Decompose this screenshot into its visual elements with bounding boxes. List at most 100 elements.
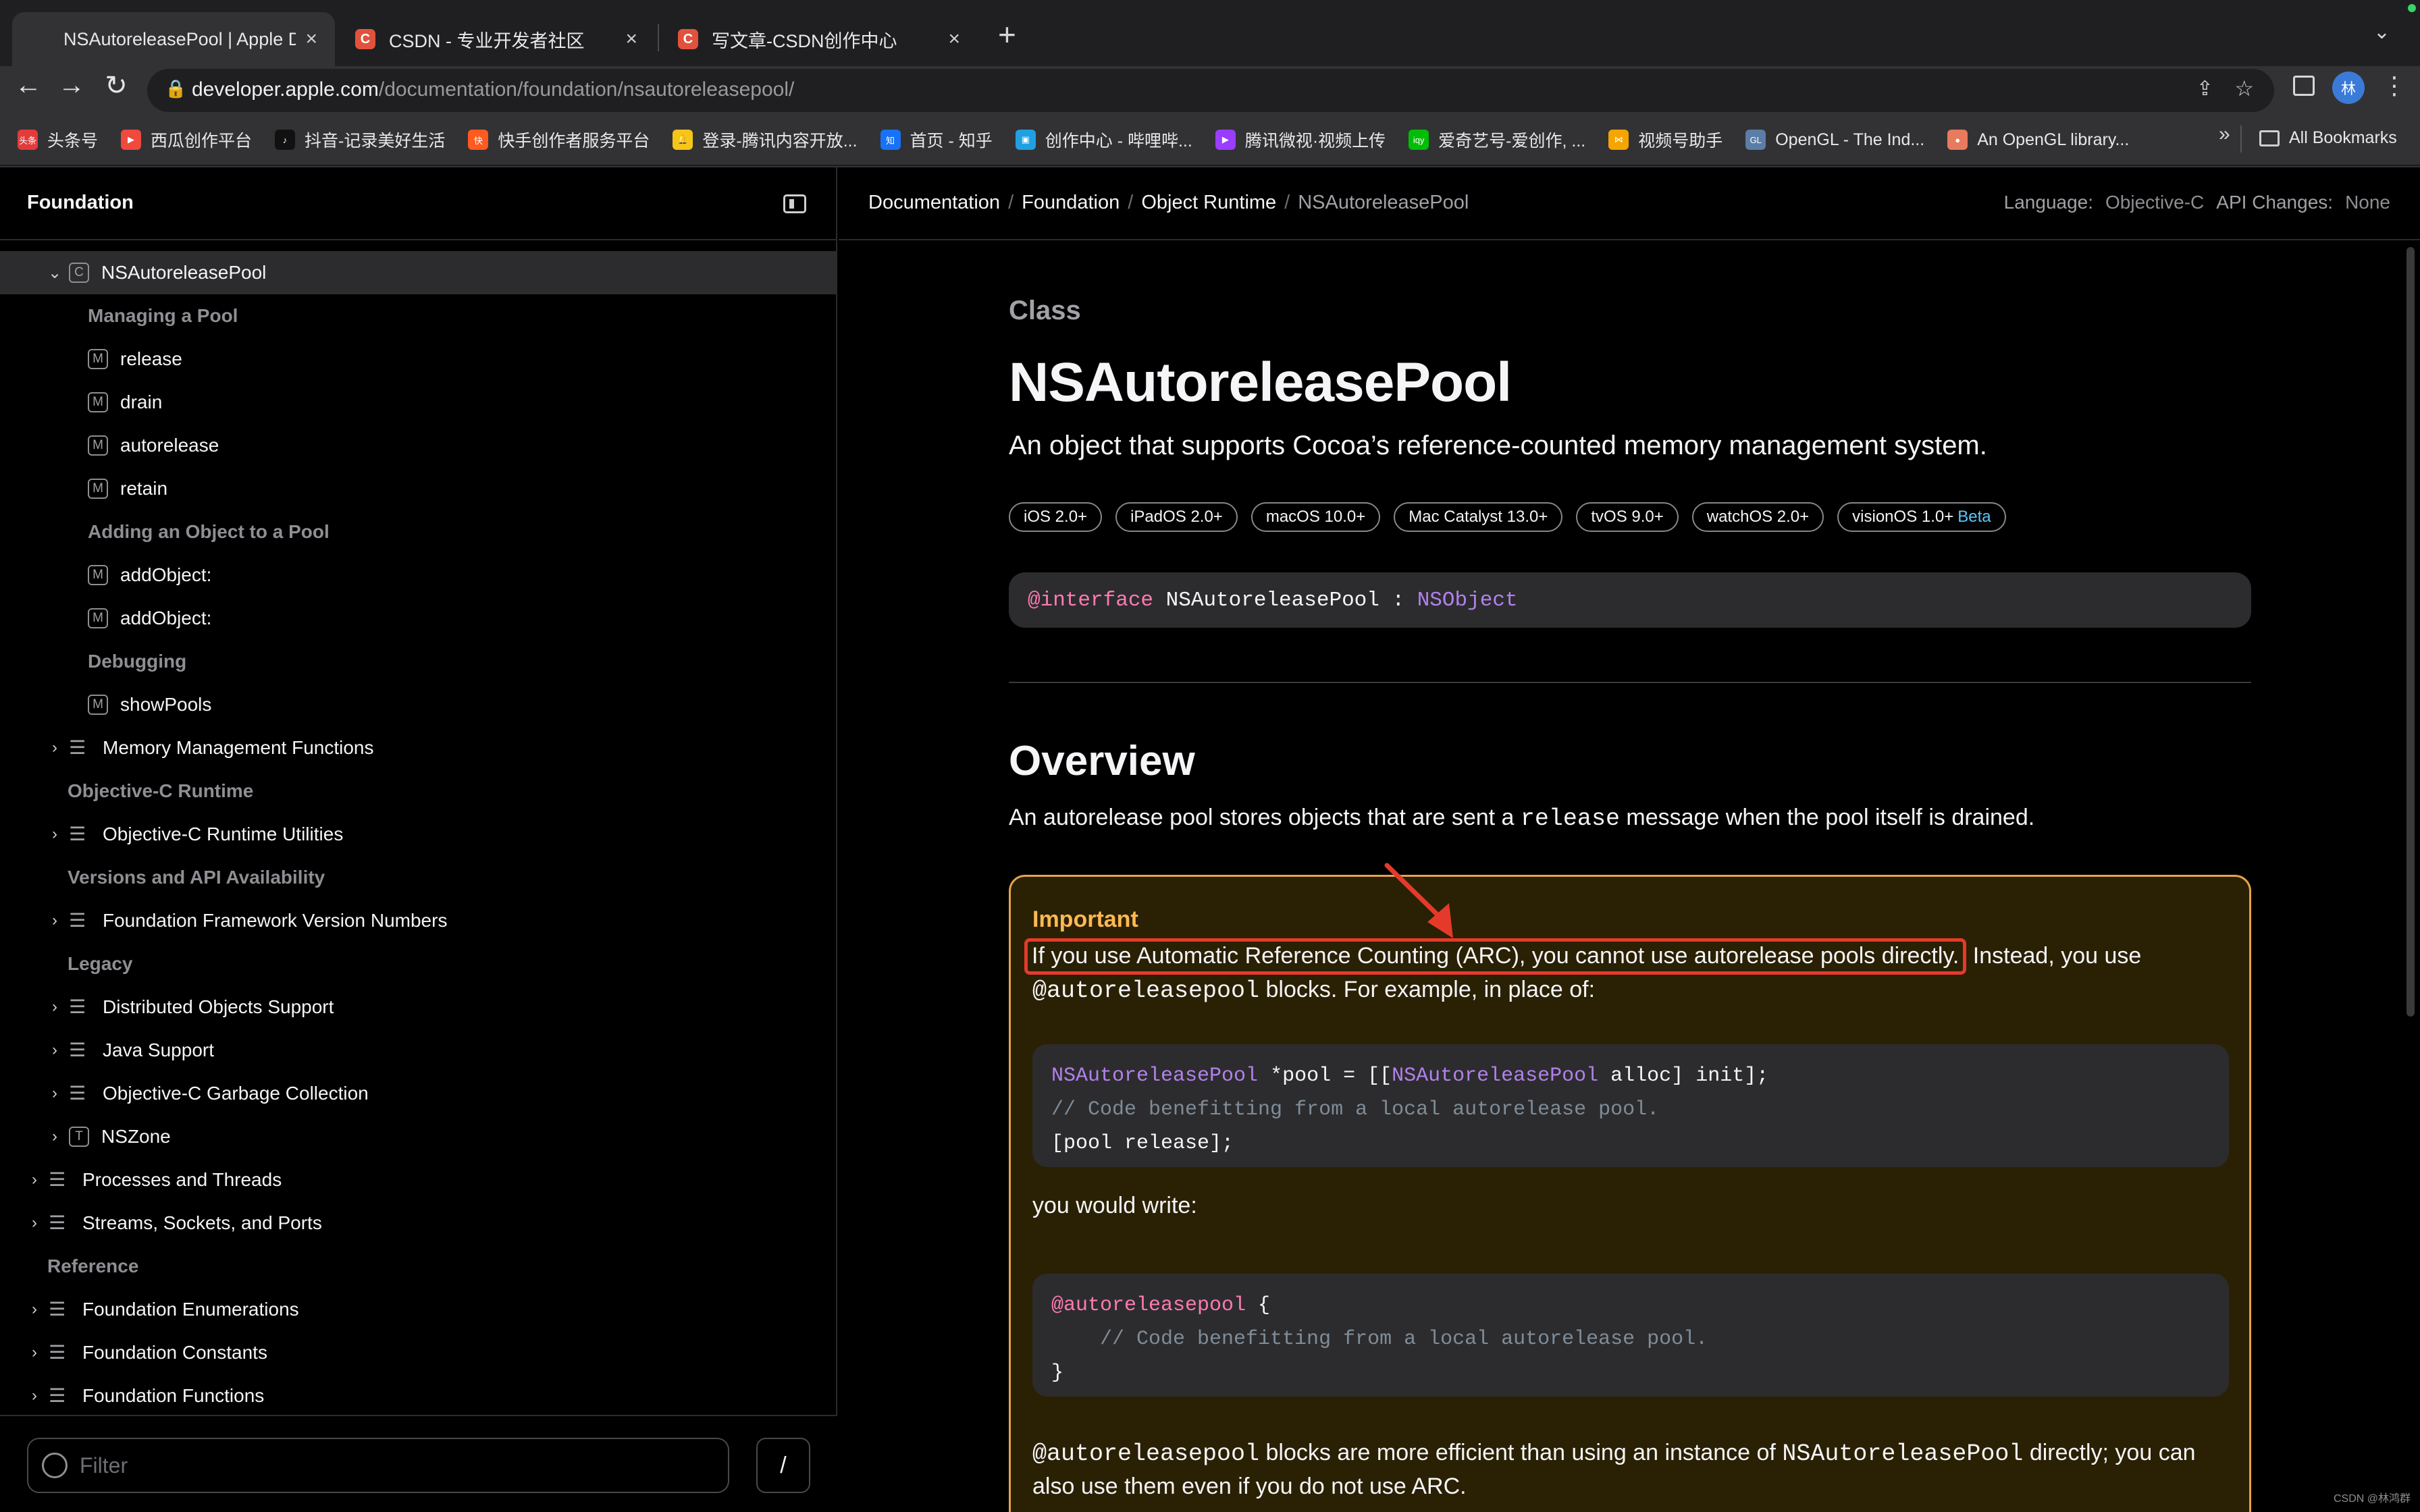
chevron-right-icon[interactable]: › (45, 1084, 65, 1103)
bookmark-favicon-icon: ▶ (121, 130, 142, 150)
chevron-down-icon[interactable]: ⌄ (2373, 20, 2390, 44)
bookmark-label: 创作中心 - 哔哩哔... (1045, 132, 1192, 151)
filter-input[interactable]: Filter (27, 1438, 729, 1493)
bookmark-item[interactable]: GL OpenGL - The Ind... (1745, 130, 1924, 150)
breadcrumb-foundation[interactable]: Foundation (1022, 192, 1120, 214)
nav-item[interactable]: Mautorelease (0, 424, 837, 467)
language-value[interactable]: Objective-C (2105, 192, 2204, 213)
bookmark-item[interactable]: ♪ 抖音-记录美好生活 (275, 128, 445, 152)
chevron-right-icon[interactable]: › (45, 1127, 65, 1146)
bookmark-item[interactable]: ▶ 腾讯微视·视频上传 (1215, 128, 1386, 152)
bookmark-item[interactable]: 🔔 登录-腾讯内容开放... (673, 128, 858, 152)
chevron-down-icon[interactable]: ⌄ (45, 263, 65, 283)
bookmark-item[interactable]: ● An OpenGL library... (1947, 130, 2129, 150)
share-icon[interactable]: ⇪ (2197, 77, 2213, 101)
nav-item[interactable]: MaddObject: (0, 554, 837, 597)
important-aside: Important If you use Automatic Reference… (1009, 875, 2251, 1512)
bookmark-label: OpenGL - The Ind... (1775, 130, 1925, 149)
profile-avatar[interactable]: 林 (2332, 72, 2365, 104)
nav-item[interactable]: › ☰ Foundation Enumerations (0, 1288, 837, 1331)
chevron-right-icon[interactable]: › (45, 738, 65, 757)
bookmark-item[interactable]: 知首页 - 知乎 (880, 128, 993, 152)
code-plain: { (1246, 1294, 1271, 1317)
chevron-right-icon[interactable]: › (24, 1214, 45, 1233)
tab-nsautoreleasepool[interactable]: NSAutoreleasePool | Apple De × (12, 12, 335, 66)
close-tab-icon[interactable]: × (625, 28, 637, 51)
bookmark-item[interactable]: ▶ 西瓜创作平台 (121, 128, 252, 152)
sidebar-title[interactable]: Foundation (27, 192, 134, 214)
tab-csdn-editor[interactable]: C 写文章-CSDN创作中心 × (660, 12, 978, 66)
collection-list-icon: ☰ (69, 910, 86, 931)
breadcrumb-object-runtime[interactable]: Object Runtime (1141, 192, 1276, 214)
bookmark-item[interactable]: ▣ 创作中心 - 哔哩哔... (1015, 128, 1192, 152)
bookmark-item[interactable]: ⋈ 视频号助手 (1608, 128, 1722, 152)
method-badge-icon: M (88, 392, 108, 412)
new-tab-icon[interactable]: + (998, 16, 1016, 53)
all-bookmarks-button[interactable]: All Bookmarks (2259, 128, 2397, 148)
bookmark-star-icon[interactable]: ☆ (2234, 76, 2254, 101)
nav-item[interactable]: › ☰ Foundation Functions (0, 1374, 837, 1418)
nav-item[interactable]: Mrelease (0, 338, 837, 381)
nav-item[interactable]: Mretain (0, 467, 837, 510)
nav-item[interactable]: MaddObject: (0, 597, 837, 640)
reload-icon[interactable]: ↻ (96, 70, 136, 101)
sidebar-header: Foundation (0, 167, 837, 240)
important-last-line-2: also use them even if you do not use ARC… (1032, 1474, 1467, 1499)
nav-item[interactable]: › ☰ Foundation Constants (0, 1331, 837, 1374)
bookmark-favicon-icon: 头条 (18, 130, 38, 150)
nav-item[interactable]: › T NSZone (0, 1115, 837, 1158)
close-tab-icon[interactable]: × (305, 28, 317, 51)
nav-item[interactable]: › ☰ Memory Management Functions (0, 726, 837, 770)
nav-item[interactable]: › ☰ Foundation Framework Version Numbers (0, 899, 837, 942)
doc-eyebrow: Class (1009, 296, 1081, 325)
chevron-right-icon[interactable]: › (45, 1041, 65, 1060)
important-label: Important (1032, 907, 1138, 932)
method-badge-icon: M (88, 349, 108, 369)
chevron-right-icon[interactable]: › (45, 911, 65, 930)
breadcrumb-documentation[interactable]: Documentation (868, 192, 1000, 214)
nav-item[interactable]: › ☰ Java Support (0, 1029, 837, 1072)
more-bookmarks-icon[interactable]: » (2219, 123, 2230, 146)
chevron-right-icon[interactable]: › (45, 825, 65, 844)
navigator-tree: ⌄ C NSAutoreleasePool Managing a Pool Mrelea… (0, 251, 837, 1418)
bookmark-item[interactable]: 快快手创作者服务平台 (468, 128, 650, 152)
nav-item-label: Foundation Enumerations (82, 1299, 299, 1320)
nav-item[interactable]: Mdrain (0, 381, 837, 424)
back-arrow-icon[interactable]: ← (8, 70, 49, 101)
bookmark-favicon-icon: ● (1947, 130, 1968, 150)
decl-superclass-link[interactable]: NSObject (1417, 589, 1518, 612)
chevron-right-icon[interactable]: › (24, 1386, 45, 1405)
bookmark-favicon-icon: ⋈ (1608, 130, 1629, 150)
chevron-right-icon[interactable]: › (24, 1300, 45, 1319)
availability-badge: macOS 10.0+ (1251, 502, 1381, 532)
chevron-right-icon[interactable]: › (24, 1170, 45, 1189)
nav-item[interactable]: MshowPools (0, 683, 837, 726)
bookmark-item[interactable]: 头条 头条号 (18, 128, 98, 152)
forward-arrow-icon[interactable]: → (51, 70, 92, 101)
code-type: NSAutoreleasePool (1051, 1064, 1259, 1087)
bookmarks-bar: 头条 头条号 ▶ 西瓜创作平台 ♪ 抖音-记录美好生活 快快手创作者服务平台 🔔 登录-腾讯内容… (0, 113, 2420, 166)
address-bar[interactable]: 🔒 developer.apple.com/documentation/foun… (147, 69, 2274, 112)
nav-item[interactable]: › ☰ Streams, Sockets, and Ports (0, 1202, 837, 1245)
nav-item[interactable]: › ☰ Processes and Threads (0, 1158, 837, 1202)
side-panel-icon[interactable] (2293, 76, 2315, 96)
nav-item[interactable]: › ☰ Objective-C Runtime Utilities (0, 813, 837, 856)
nav-item-label: Java Support (103, 1040, 214, 1060)
chevron-right-icon[interactable]: › (24, 1343, 45, 1362)
filter-shortcut-key[interactable]: / (756, 1438, 810, 1493)
nav-item-label: Objective-C Runtime (68, 780, 254, 801)
type-badge-icon: T (69, 1127, 89, 1147)
nav-item[interactable]: › ☰ Distributed Objects Support (0, 986, 837, 1029)
chevron-right-icon[interactable]: › (45, 998, 65, 1017)
bookmark-label: 快手创作者服务平台 (498, 132, 650, 151)
close-tab-icon[interactable]: × (948, 28, 960, 51)
scrollbar[interactable] (2406, 247, 2415, 1017)
tab-csdn[interactable]: C CSDN - 专业开发者社区 × (338, 12, 655, 66)
bookmark-item[interactable]: iqy 爱奇艺号-爱创作, ... (1409, 128, 1585, 152)
sidebar-toggle-icon[interactable] (783, 194, 806, 213)
more-menu-icon[interactable]: ⋮ (2382, 72, 2406, 100)
nav-item-label: NSZone (101, 1126, 171, 1147)
nav-item[interactable]: ⌄ C NSAutoreleasePool (0, 251, 837, 294)
api-changes-value[interactable]: None (2345, 192, 2390, 213)
nav-item[interactable]: › ☰ Objective-C Garbage Collection (0, 1072, 837, 1115)
